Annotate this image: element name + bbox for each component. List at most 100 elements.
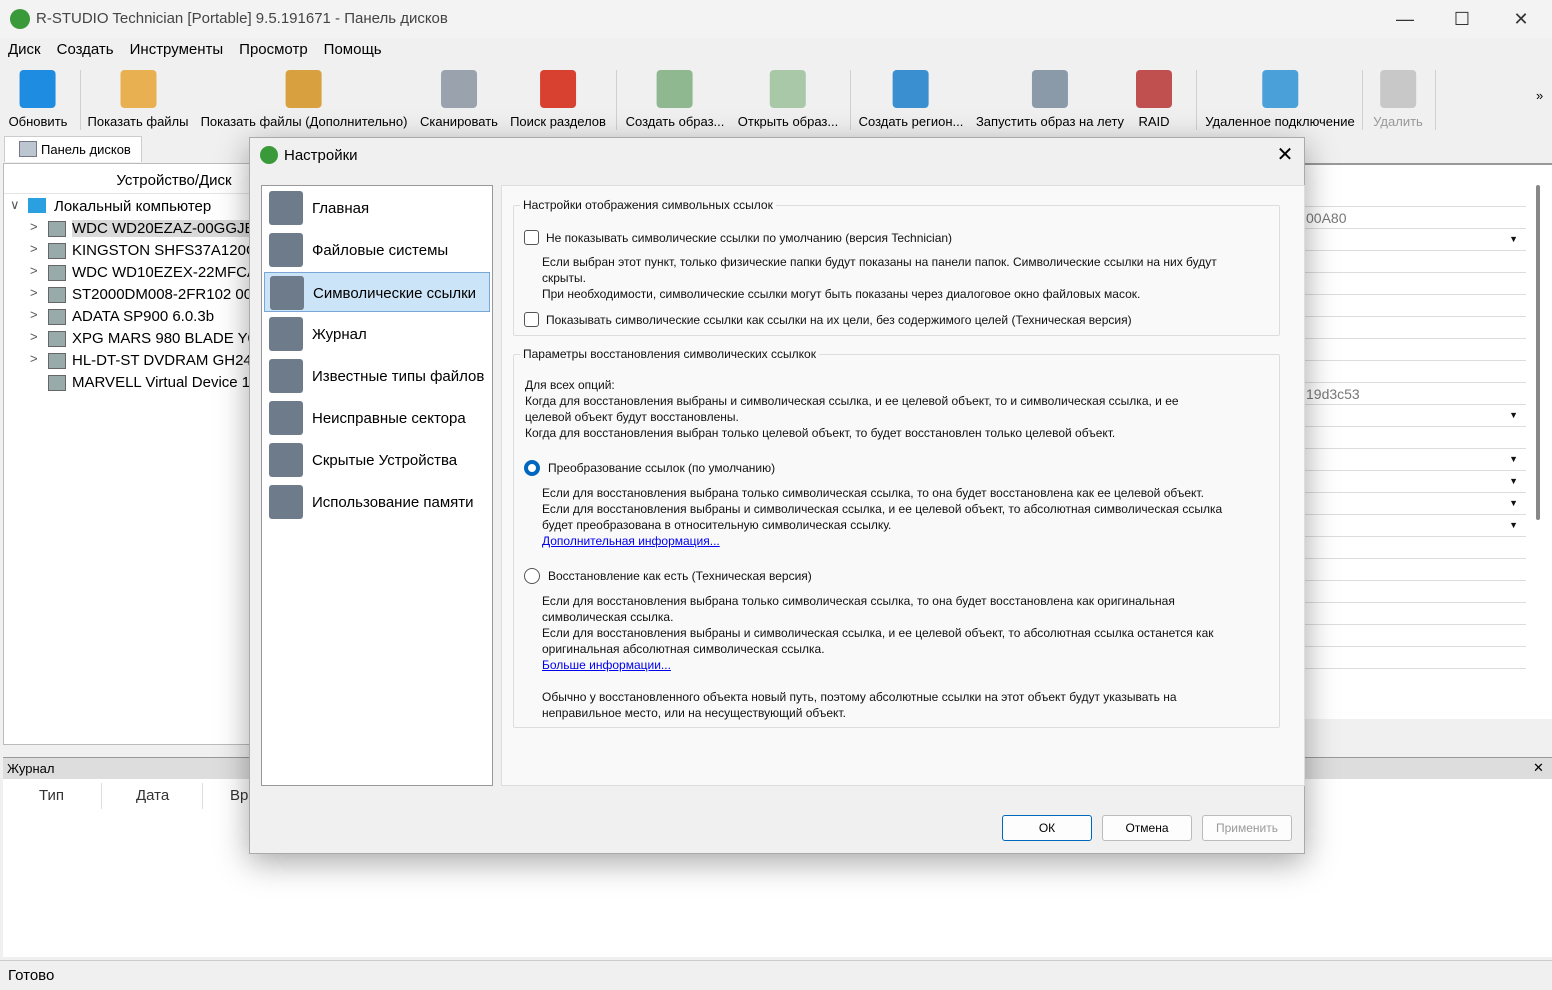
- toolbar-button-3[interactable]: Сканировать: [420, 70, 498, 129]
- refresh-icon: [20, 70, 56, 108]
- more-info-link-2[interactable]: Больше информации...: [542, 657, 671, 673]
- dialog-title: Настройки: [284, 147, 358, 164]
- toolbar-button-5[interactable]: Создать образ...: [626, 70, 724, 129]
- tree-item-disk[interactable]: MARVELL Virtual Device 1: [4, 372, 254, 394]
- menu-2[interactable]: Инструменты: [122, 38, 232, 58]
- toolbar-button-2[interactable]: Показать файлы (Дополнительно): [201, 70, 407, 129]
- tab-disk-panel[interactable]: Панель дисков: [4, 136, 142, 162]
- property-row: [1304, 295, 1526, 317]
- toolbar-overflow-button[interactable]: »: [1536, 88, 1543, 103]
- toolbar-button-label: Поиск разделов: [510, 114, 606, 129]
- tree-item-disk[interactable]: > WDC WD10EZEX-22MFCA0: [4, 262, 254, 284]
- dropdown-arrow-icon[interactable]: ▼: [1509, 520, 1518, 530]
- column-header-type[interactable]: Тип: [39, 787, 64, 804]
- cancel-button[interactable]: Отмена: [1102, 815, 1192, 841]
- minimize-button[interactable]: —: [1382, 6, 1428, 32]
- dropdown-arrow-icon[interactable]: ▼: [1509, 476, 1518, 486]
- hide-symlinks-label[interactable]: Не показывать символические ссылки по ум…: [546, 230, 952, 246]
- dropdown-arrow-icon[interactable]: ▼: [1509, 410, 1518, 420]
- more-info-link-1[interactable]: Дополнительная информация...: [542, 533, 720, 549]
- nav-item-5[interactable]: Неисправные сектора: [264, 398, 490, 438]
- column-header-date[interactable]: Дата: [136, 787, 169, 804]
- text-line: оригинальная абсолютная символическая сс…: [542, 642, 825, 656]
- toolbar-button-7[interactable]: Создать регион...: [859, 70, 963, 129]
- column-header-device[interactable]: Устройство/Диск: [4, 164, 254, 194]
- menu-1[interactable]: Создать: [49, 38, 122, 58]
- hide-symlinks-description: Если выбран этот пункт, только физически…: [542, 254, 1217, 302]
- toolbar-button-8[interactable]: Запустить образ на лету: [976, 70, 1124, 129]
- log-close-button[interactable]: ✕: [1533, 760, 1544, 776]
- text-line: скрыты.: [542, 271, 587, 285]
- dropdown-arrow-icon[interactable]: ▼: [1509, 234, 1518, 244]
- property-row[interactable]: ▼: [1304, 515, 1526, 537]
- chevron-right-icon[interactable]: >: [30, 241, 38, 256]
- toolbar-button-label: Удаленное подключение: [1205, 114, 1355, 129]
- nav-item-6[interactable]: Скрытые Устройства: [264, 440, 490, 480]
- chevron-right-icon[interactable]: >: [30, 219, 38, 234]
- text-line: Для всех опций:: [525, 378, 615, 392]
- property-row[interactable]: ▼: [1304, 229, 1526, 251]
- convert-links-label[interactable]: Преобразование ссылок (по умолчанию): [548, 460, 775, 476]
- toolbar-button-label: RAID: [1138, 114, 1170, 129]
- show-symlinks-as-targets-checkbox[interactable]: [524, 312, 539, 327]
- toolbar-button-11[interactable]: Удалить: [1373, 70, 1423, 129]
- tree-item-disk[interactable]: > KINGSTON SHFS37A120G: [4, 240, 254, 262]
- toolbar-button-0[interactable]: Обновить: [8, 70, 68, 129]
- restore-as-is-label[interactable]: Восстановление как есть (Техническая вер…: [548, 568, 812, 584]
- tree-item-disk[interactable]: > HL-DT-ST DVDRAM GH24NSD1: [4, 350, 254, 372]
- disk-tree: Устройство/Диск ∨ Локальный компьютер > W…: [3, 163, 254, 745]
- maximize-button[interactable]: ☐: [1439, 6, 1485, 32]
- property-row[interactable]: ▼: [1304, 449, 1526, 471]
- menu-3[interactable]: Просмотр: [231, 38, 316, 58]
- tree-item-disk[interactable]: > ST2000DM008-2FR102 0001: [4, 284, 254, 306]
- convert-links-description: Если для восстановления выбрана только с…: [542, 485, 1222, 533]
- toolbar-button-1[interactable]: Показать файлы: [88, 70, 189, 129]
- dialog-close-button[interactable]: ✕: [1270, 142, 1300, 167]
- hide-symlinks-checkbox[interactable]: [524, 230, 539, 245]
- delete-icon: [1379, 70, 1416, 108]
- nav-item-0[interactable]: Главная: [264, 188, 490, 228]
- chevron-right-icon[interactable]: >: [30, 351, 38, 366]
- tree-item-disk[interactable]: > XPG MARS 980 BLADE Y0: [4, 328, 254, 350]
- chevron-down-icon[interactable]: ∨: [10, 197, 20, 213]
- chevron-right-icon[interactable]: >: [30, 329, 38, 344]
- title-bar: R-STUDIO Technician [Portable] 9.5.19167…: [0, 0, 1552, 38]
- property-row[interactable]: ▼: [1304, 405, 1526, 427]
- tree-label: ADATA SP900 6.0.3b: [72, 308, 215, 325]
- property-row: [1304, 427, 1526, 449]
- property-value: 19d3c53: [1306, 386, 1360, 402]
- property-row[interactable]: ▼: [1304, 471, 1526, 493]
- toolbar-button-9[interactable]: RAID: [1136, 70, 1172, 129]
- show-symlinks-as-targets-label[interactable]: Показывать символические ссылки как ссыл…: [546, 312, 1132, 328]
- nav-item-1[interactable]: Файловые системы: [264, 230, 490, 270]
- chevron-right-icon[interactable]: >: [30, 285, 38, 300]
- text-line: Если для восстановления выбрана только с…: [542, 594, 1175, 608]
- close-button[interactable]: ✕: [1498, 6, 1544, 32]
- toolbar-button-6[interactable]: Открыть образ...: [738, 70, 838, 129]
- apply-button[interactable]: Применить: [1202, 815, 1292, 841]
- toolbar-button-label: Обновить: [8, 114, 68, 129]
- nav-item-3[interactable]: Журнал: [264, 314, 490, 354]
- convert-links-radio[interactable]: [524, 460, 540, 476]
- menu-4[interactable]: Помощь: [316, 38, 390, 58]
- nav-item-4[interactable]: Известные типы файлов: [264, 356, 490, 396]
- chevron-right-icon[interactable]: >: [30, 263, 38, 278]
- dropdown-arrow-icon[interactable]: ▼: [1509, 498, 1518, 508]
- ok-button[interactable]: ОК: [1002, 815, 1092, 841]
- chevron-right-icon[interactable]: >: [30, 307, 38, 322]
- properties-scrollbar[interactable]: [1536, 185, 1540, 520]
- property-row[interactable]: ▼: [1304, 493, 1526, 515]
- nav-item-label: Скрытые Устройства: [312, 452, 458, 469]
- tree-item-disk[interactable]: > ADATA SP900 6.0.3b: [4, 306, 254, 328]
- dropdown-arrow-icon[interactable]: ▼: [1509, 454, 1518, 464]
- menu-0[interactable]: Диск: [0, 38, 49, 58]
- toolbar-button-10[interactable]: Удаленное подключение: [1205, 70, 1355, 129]
- nav-item-7[interactable]: Использование памяти: [264, 482, 490, 522]
- toolbar-button-4[interactable]: Поиск разделов: [510, 70, 606, 129]
- nav-item-2[interactable]: Символические ссылки: [264, 272, 490, 312]
- property-row: [1304, 185, 1526, 207]
- column-header-time[interactable]: Вр: [230, 787, 248, 804]
- tree-root-local-computer[interactable]: ∨ Локальный компьютер: [4, 196, 254, 218]
- tree-item-disk[interactable]: > WDC WD20EZAZ-00GGJB0: [4, 218, 254, 240]
- restore-as-is-radio[interactable]: [524, 568, 540, 584]
